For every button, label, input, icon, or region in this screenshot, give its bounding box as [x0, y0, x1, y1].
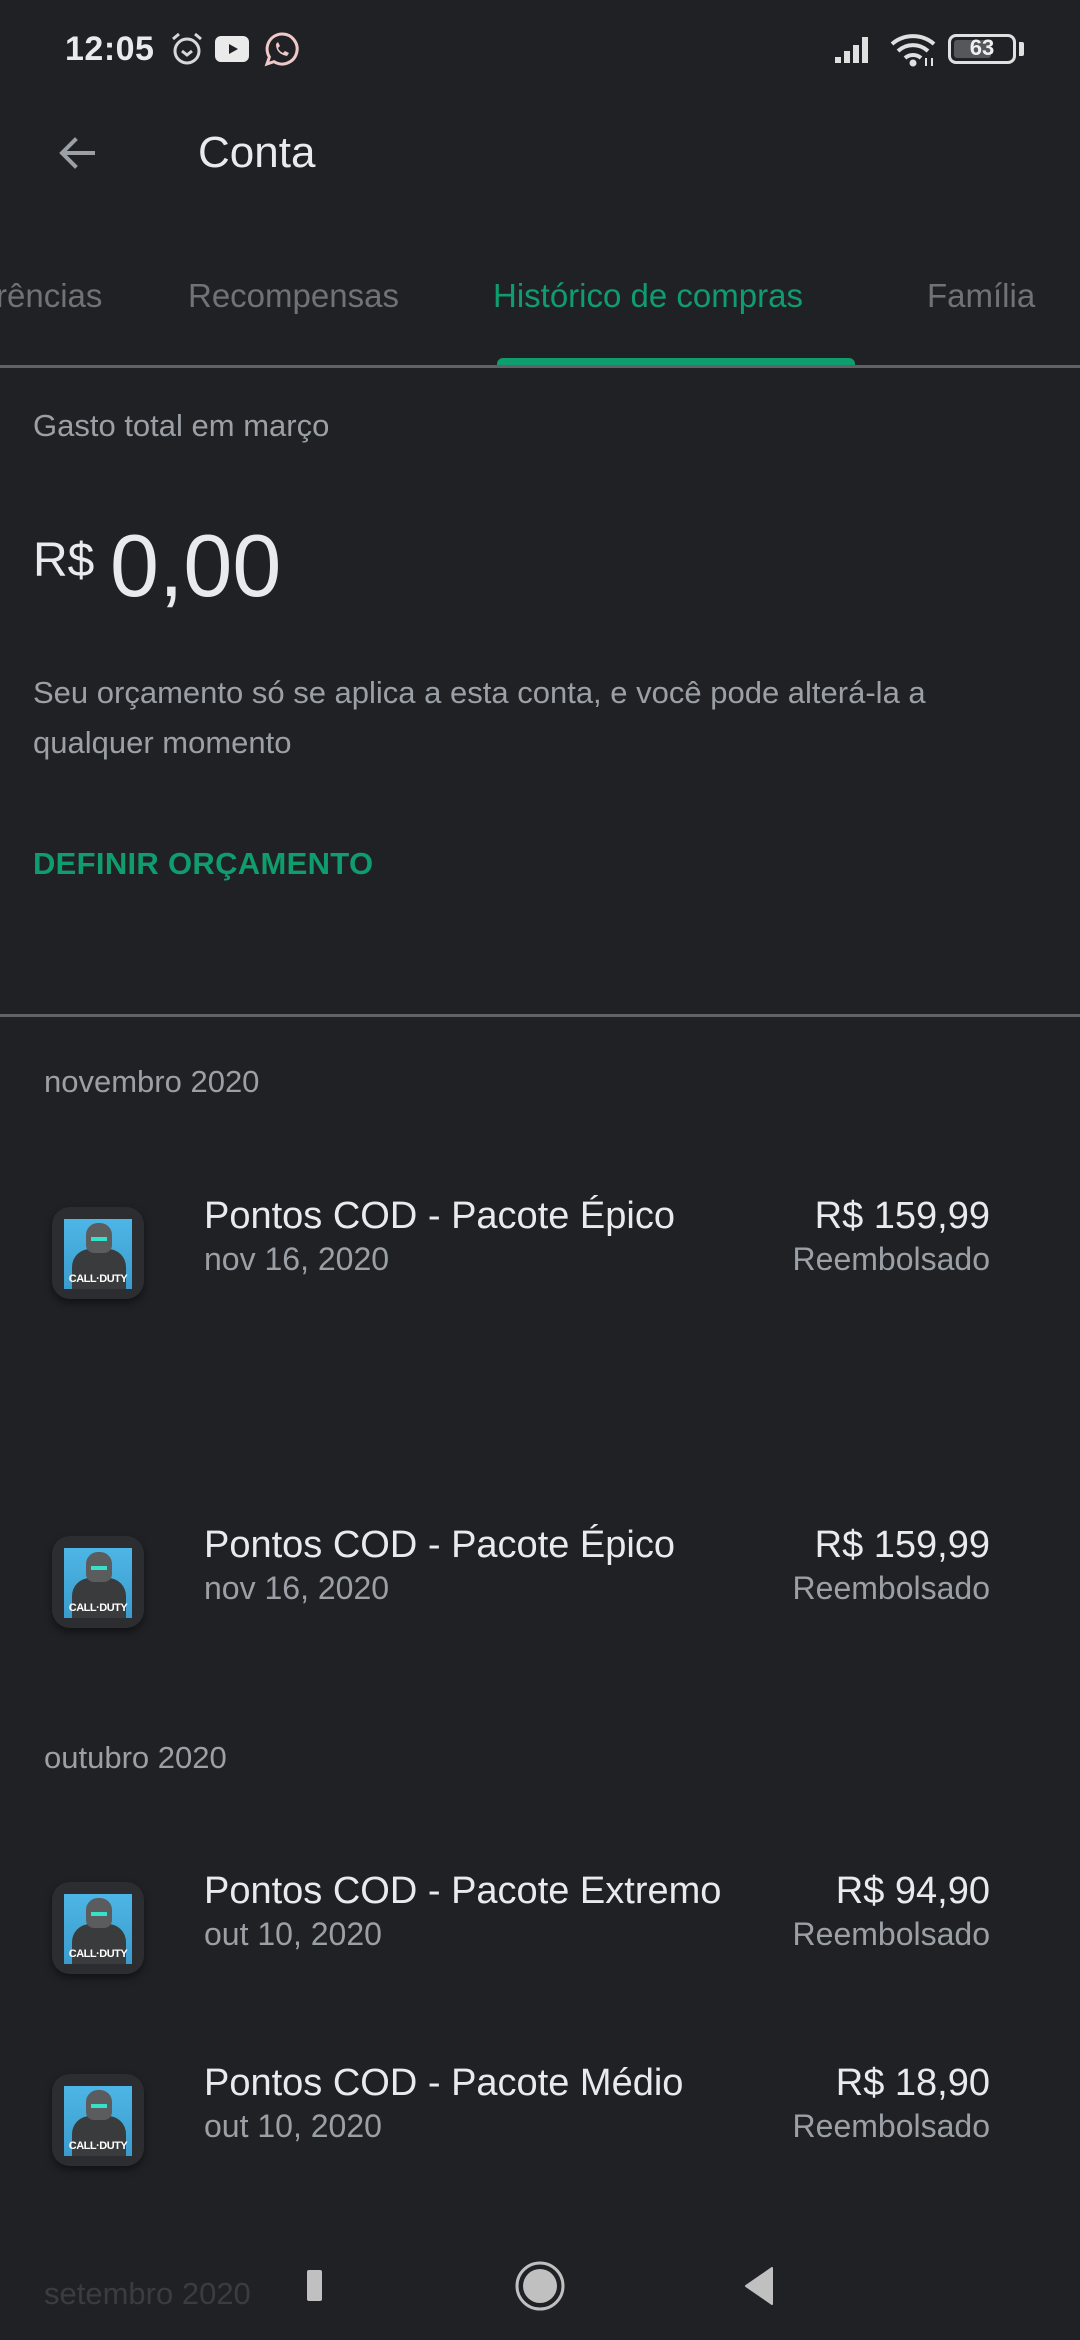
arrow-back-icon [53, 129, 101, 182]
alarm-icon [168, 30, 206, 73]
budget-currency: R$ [33, 534, 95, 587]
purchase-status: Reembolsado [792, 1570, 990, 1606]
tab-divider [0, 365, 1080, 368]
app-icon: CALL·DUTY [52, 2074, 144, 2166]
purchase-title: Pontos COD - Pacote Épico [204, 1195, 675, 1237]
call-of-duty-icon: CALL·DUTY [64, 1894, 132, 1964]
purchase-status: Reembolsado [792, 1916, 990, 1952]
battery-tip [1019, 42, 1024, 56]
section-divider [0, 1014, 1080, 1017]
status-bar: 12:05 63 [0, 0, 1080, 100]
purchase-title: Pontos COD - Pacote Médio [204, 2062, 684, 2104]
budget-label: Gasto total em março [33, 408, 330, 443]
tab-preferences[interactable]: rências [0, 277, 102, 315]
whatsapp-icon [262, 30, 302, 75]
tab-bar: rências Recompensas Histórico de compras… [0, 255, 1080, 368]
purchase-date: out 10, 2020 [204, 2108, 382, 2144]
purchase-item[interactable]: CALL·DUTY Pontos COD - Pacote Extremo ou… [0, 1870, 1080, 2022]
purchase-price: R$ 18,90 [835, 2062, 990, 2104]
purchase-item[interactable]: CALL·DUTY Pontos COD - Pacote Épico nov … [0, 1524, 1080, 1676]
recents-button[interactable] [285, 2258, 345, 2318]
app-icon: CALL·DUTY [52, 1882, 144, 1974]
call-of-duty-icon: CALL·DUTY [64, 2086, 132, 2156]
set-budget-button[interactable]: DEFINIR ORÇAMENTO [33, 846, 373, 882]
purchase-status: Reembolsado [792, 1241, 990, 1277]
tab-purchase-history[interactable]: Histórico de compras [493, 277, 803, 315]
call-of-duty-icon: CALL·DUTY [64, 1219, 132, 1289]
home-icon [514, 2260, 566, 2317]
youtube-icon [214, 34, 250, 69]
purchase-price: R$ 159,99 [814, 1195, 990, 1237]
purchase-date: nov 16, 2020 [204, 1241, 390, 1277]
purchase-date: out 10, 2020 [204, 1916, 382, 1952]
app-icon: CALL·DUTY [52, 1207, 144, 1299]
tab-family[interactable]: Família [927, 277, 1035, 315]
month-header: novembro 2020 [44, 1064, 260, 1099]
recents-icon [305, 2268, 325, 2309]
page-title: Conta [198, 128, 316, 177]
battery-icon: 63 [948, 34, 1016, 64]
purchase-title: Pontos COD - Pacote Épico [204, 1524, 675, 1566]
purchase-item[interactable]: CALL·DUTY Pontos COD - Pacote Épico nov … [0, 1195, 1080, 1347]
app-bar: Conta [0, 100, 1080, 220]
call-of-duty-icon: CALL·DUTY [64, 1548, 132, 1618]
month-header: outubro 2020 [44, 1740, 227, 1775]
wifi-icon [890, 32, 938, 73]
budget-description: Seu orçamento só se aplica a esta conta,… [33, 675, 926, 760]
tab-rewards[interactable]: Recompensas [188, 277, 399, 315]
home-button[interactable] [510, 2258, 570, 2318]
back-triangle-icon [742, 2266, 778, 2311]
purchase-date: nov 16, 2020 [204, 1570, 390, 1606]
battery-level: 63 [969, 35, 995, 60]
app-icon: CALL·DUTY [52, 1536, 144, 1628]
back-nav-button[interactable] [730, 2258, 790, 2318]
back-button[interactable] [44, 122, 110, 188]
purchase-item[interactable]: CALL·DUTY Pontos COD - Pacote Médio out … [0, 2062, 1080, 2214]
purchase-price: R$ 94,90 [835, 1870, 990, 1912]
status-time: 12:05 [65, 30, 155, 68]
signal-icon [833, 33, 875, 70]
system-nav-bar [0, 2240, 1080, 2340]
purchase-price: R$ 159,99 [814, 1524, 990, 1566]
purchase-status: Reembolsado [792, 2108, 990, 2144]
budget-amount: 0,00 [110, 516, 282, 615]
purchase-title: Pontos COD - Pacote Extremo [204, 1870, 722, 1912]
